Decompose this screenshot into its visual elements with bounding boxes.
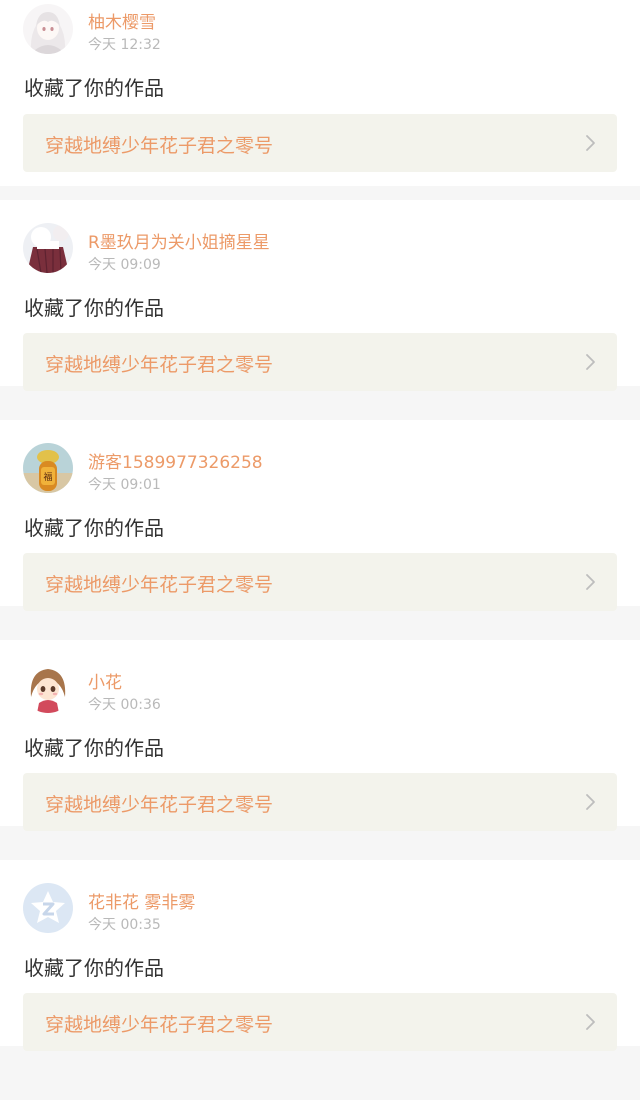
anime-girl-avatar-icon[interactable]: [23, 4, 73, 54]
work-title: 穿越地缚少年花子君之零号: [45, 574, 274, 596]
username[interactable]: 柚木樱雪: [88, 8, 156, 33]
timestamp: 今天 00:35: [88, 917, 161, 933]
cartoon-girl-avatar-icon[interactable]: [23, 663, 73, 713]
work-link[interactable]: 穿越地缚少年花子君之零号: [23, 993, 617, 1051]
action-text: 收藏了你的作品: [24, 516, 164, 540]
work-link[interactable]: 穿越地缚少年花子君之零号: [23, 114, 617, 172]
notification-card: 花非花 雾非雾 今天 00:35 收藏了你的作品 穿越地缚少年花子君之零号: [0, 860, 640, 1051]
action-text: 收藏了你的作品: [24, 736, 164, 760]
svg-text:福: 福: [43, 471, 52, 483]
username[interactable]: R墨玖月为关小姐摘星星: [88, 228, 270, 253]
action-text: 收藏了你的作品: [24, 76, 164, 100]
action-text: 收藏了你的作品: [24, 296, 164, 320]
notification-card: R墨玖月为关小姐摘星星 今天 09:09 收藏了你的作品 穿越地缚少年花子君之零…: [0, 200, 640, 391]
notification-card: 柚木樱雪 今天 12:32 收藏了你的作品 穿越地缚少年花子君之零号: [0, 0, 640, 186]
chevron-right-icon: [586, 354, 595, 370]
lantern-photo-avatar-icon[interactable]: 福: [23, 443, 73, 493]
username[interactable]: 游客1589977326258: [88, 448, 263, 473]
timestamp: 今天 12:32: [88, 37, 161, 53]
notification-card: 福 游客1589977326258 今天 09:01 收藏了你的作品 穿越地缚少…: [0, 420, 640, 611]
work-title: 穿越地缚少年花子君之零号: [45, 1014, 274, 1036]
chevron-right-icon: [586, 574, 595, 590]
default-qq-avatar-icon[interactable]: [23, 883, 73, 933]
username[interactable]: 花非花 雾非雾: [88, 888, 195, 913]
work-link[interactable]: 穿越地缚少年花子君之零号: [23, 553, 617, 611]
timestamp: 今天 00:36: [88, 697, 161, 713]
notification-feed: 柚木樱雪 今天 12:32 收藏了你的作品 穿越地缚少年花子君之零号 R墨玖月为…: [0, 0, 640, 1100]
timestamp: 今天 09:01: [88, 477, 161, 493]
skirt-photo-avatar-icon[interactable]: [23, 223, 73, 273]
work-title: 穿越地缚少年花子君之零号: [45, 135, 274, 157]
work-link[interactable]: 穿越地缚少年花子君之零号: [23, 333, 617, 391]
work-title: 穿越地缚少年花子君之零号: [45, 794, 274, 816]
notification-card: 小花 今天 00:36 收藏了你的作品 穿越地缚少年花子君之零号: [0, 640, 640, 831]
timestamp: 今天 09:09: [88, 257, 161, 273]
chevron-right-icon: [586, 1014, 595, 1030]
action-text: 收藏了你的作品: [24, 956, 164, 980]
work-title: 穿越地缚少年花子君之零号: [45, 354, 274, 376]
chevron-right-icon: [586, 135, 595, 151]
username[interactable]: 小花: [88, 668, 122, 693]
work-link[interactable]: 穿越地缚少年花子君之零号: [23, 773, 617, 831]
chevron-right-icon: [586, 794, 595, 810]
